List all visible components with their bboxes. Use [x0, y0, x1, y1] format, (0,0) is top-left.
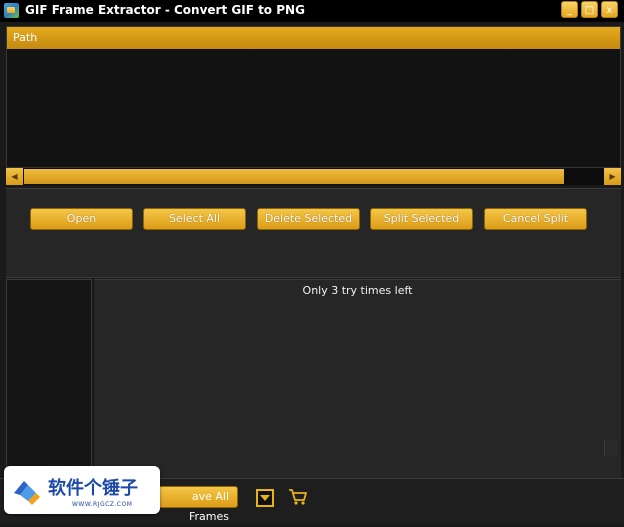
vertical-scrollbar[interactable] — [604, 440, 618, 456]
caret-down-icon[interactable] — [256, 489, 274, 507]
horizontal-scrollbar[interactable]: ◀ ▶ — [6, 167, 621, 185]
app-image-icon — [4, 3, 19, 18]
frame-list-sidebar[interactable] — [6, 279, 92, 478]
window-controls: _ □ x — [561, 1, 618, 18]
preview-area: Only 3 try times left — [94, 279, 621, 478]
split-selected-button[interactable]: Split Selected — [370, 208, 473, 230]
cancel-split-button[interactable]: Cancel Split — [484, 208, 587, 230]
watermark-text: 软件个锤子 — [48, 478, 138, 499]
watermark-logo-icon — [14, 481, 40, 505]
save-all-frames-button[interactable]: ave All Frames — [148, 486, 238, 523]
scrollbar-thumb[interactable] — [24, 169, 564, 184]
watermark-url: WWW.RJGCZ.COM — [72, 501, 133, 508]
title-bar: GIF Frame Extractor - Convert GIF to PNG… — [0, 0, 624, 22]
delete-selected-button[interactable]: Delete Selected — [257, 208, 360, 230]
watermark-logo: 软件个锤子 WWW.RJGCZ.COM — [4, 466, 160, 514]
scroll-right-arrow-icon[interactable]: ▶ — [604, 168, 621, 185]
open-button[interactable]: Open — [30, 208, 133, 230]
path-column-header[interactable]: Path — [7, 27, 620, 49]
maximize-button[interactable]: □ — [581, 1, 598, 18]
path-list-panel[interactable]: Path — [6, 26, 621, 184]
minimize-button[interactable]: _ — [561, 1, 578, 18]
trial-message: Only 3 try times left — [302, 284, 413, 297]
window-title: GIF Frame Extractor - Convert GIF to PNG — [25, 3, 305, 17]
close-button[interactable]: x — [601, 1, 618, 18]
scroll-left-arrow-icon[interactable]: ◀ — [6, 168, 23, 185]
shopping-cart-icon[interactable] — [288, 488, 308, 506]
toolbar-panel — [6, 188, 621, 278]
select-all-button[interactable]: Select All — [143, 208, 246, 230]
